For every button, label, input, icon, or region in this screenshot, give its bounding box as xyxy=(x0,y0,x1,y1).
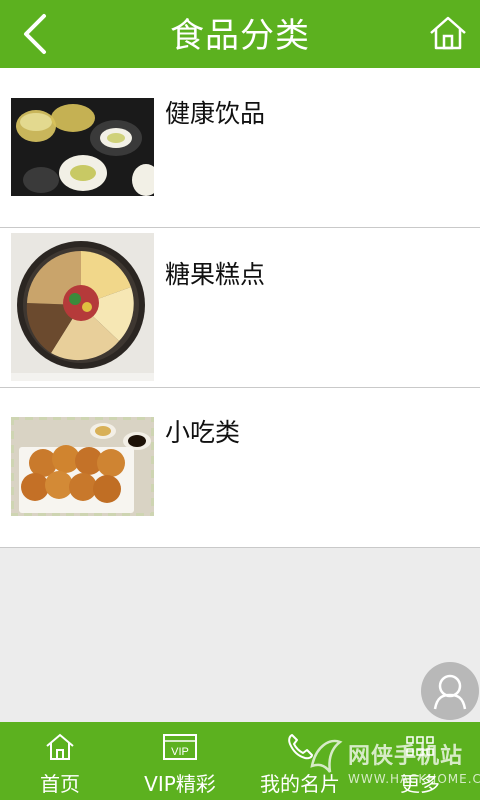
bottom-tab-bar: 首页 VIP VIP精彩 我的名片 更多 xyxy=(0,722,480,800)
fried-cakes-plate-photo xyxy=(11,417,154,516)
svg-text:VIP: VIP xyxy=(171,746,189,758)
tab-card[interactable]: 我的名片 xyxy=(240,722,360,800)
home-button[interactable] xyxy=(428,12,468,54)
candy-nuts-tray-photo xyxy=(11,233,154,381)
category-item-candy[interactable]: 糖果糕点 xyxy=(0,228,480,388)
tab-label: 更多 xyxy=(400,772,440,796)
category-list: 健康饮品 糖果糕点 小吃类 xyxy=(0,68,480,548)
tab-home[interactable]: 首页 xyxy=(0,722,120,800)
vip-icon: VIP xyxy=(163,734,197,760)
grid-icon xyxy=(406,736,434,756)
tab-label: 我的名片 xyxy=(260,772,340,796)
category-label: 健康饮品 xyxy=(165,99,266,128)
home-icon xyxy=(46,733,74,760)
tab-label: 首页 xyxy=(40,772,80,796)
tab-vip[interactable]: VIP VIP精彩 xyxy=(120,722,240,800)
category-item-snacks[interactable]: 小吃类 xyxy=(0,388,480,548)
tab-label: VIP精彩 xyxy=(144,772,216,796)
category-label: 小吃类 xyxy=(165,418,241,447)
page-title: 食品分类 xyxy=(170,16,310,56)
category-item-drinks[interactable]: 健康饮品 xyxy=(0,68,480,228)
tab-more[interactable]: 更多 xyxy=(360,722,480,800)
contact-avatar-button[interactable] xyxy=(421,662,479,720)
contact-avatar-icon xyxy=(433,674,467,710)
phone-icon xyxy=(288,734,313,760)
header-bar: 食品分类 xyxy=(0,0,480,68)
category-label: 糖果糕点 xyxy=(165,260,266,289)
home-icon xyxy=(430,16,466,50)
tea-cups-photo xyxy=(11,98,154,196)
